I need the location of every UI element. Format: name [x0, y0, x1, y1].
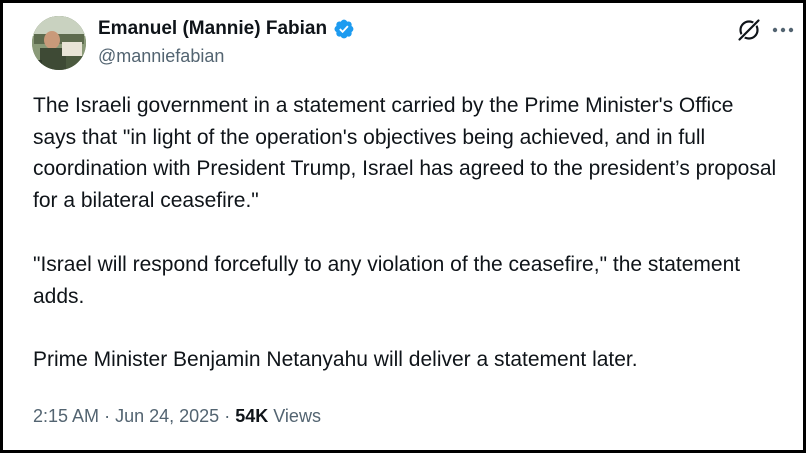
meta-separator: ·	[224, 406, 231, 426]
grok-icon[interactable]	[736, 17, 762, 43]
author-display-name[interactable]: Emanuel (Mannie) Fabian	[98, 18, 327, 40]
tweet-time[interactable]: 2:15 AM	[33, 406, 99, 426]
tweet-date[interactable]: Jun 24, 2025	[115, 406, 219, 426]
tweet-card: Emanuel (Mannie) Fabian @manniefabian Th…	[0, 0, 806, 453]
verified-badge-icon	[334, 19, 354, 39]
avatar[interactable]	[32, 16, 86, 70]
author-name-row: Emanuel (Mannie) Fabian	[98, 18, 355, 40]
tweet-text: The Israeli government in a statement ca…	[33, 90, 778, 376]
tweet-meta: 2:15 AM · Jun 24, 2025 · 54K Views	[33, 406, 321, 427]
tweet-paragraph: "Israel will respond forcefully to any v…	[33, 252, 746, 308]
author-handle[interactable]: @manniefabian	[98, 46, 224, 67]
tweet-paragraph: Prime Minister Benjamin Netanyahu will d…	[33, 348, 638, 372]
views-count: 54K	[235, 406, 269, 426]
meta-separator: ·	[104, 406, 111, 426]
avatar-photo	[32, 16, 86, 70]
views-label: Views	[273, 406, 321, 426]
tweet-paragraph: The Israeli government in a statement ca…	[33, 94, 783, 213]
more-options-icon[interactable]	[770, 17, 796, 43]
